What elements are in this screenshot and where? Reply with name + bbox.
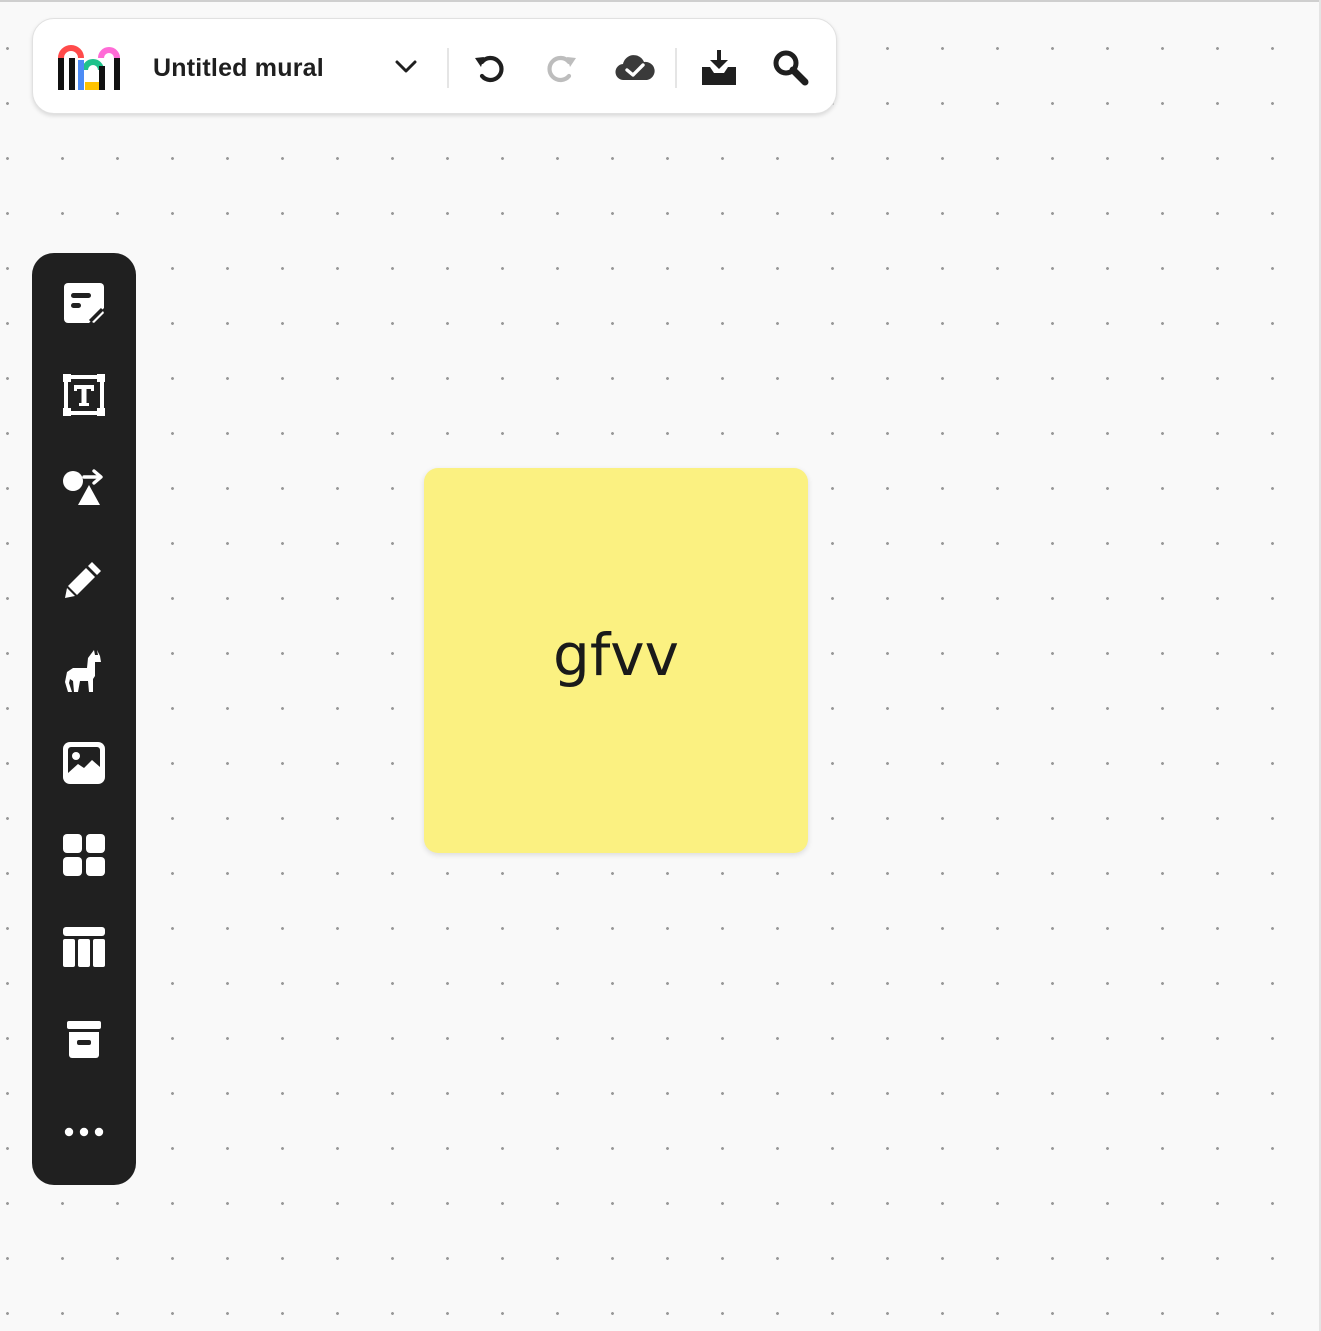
grid-icon	[63, 833, 105, 881]
tool-more[interactable]	[56, 1105, 112, 1161]
tool-text[interactable]	[56, 369, 112, 425]
tool-draw[interactable]	[56, 553, 112, 609]
cloud-saved-icon[interactable]	[611, 49, 659, 87]
redo-icon[interactable]	[541, 49, 581, 87]
export-download-icon[interactable]	[697, 47, 741, 89]
mural-header-bar: Untitled mural	[32, 18, 837, 114]
tool-table[interactable]	[56, 921, 112, 977]
header-divider	[675, 48, 677, 88]
sticky-note[interactable]: gfvv	[424, 468, 808, 853]
title-menu-chevron-down-icon[interactable]	[391, 52, 421, 82]
llama-icon	[64, 648, 104, 699]
tool-image[interactable]	[56, 737, 112, 793]
sticky-note-icon	[63, 282, 105, 329]
tool-sticky-note[interactable]	[56, 277, 112, 333]
mural-title[interactable]: Untitled mural	[153, 53, 324, 83]
image-icon	[63, 741, 105, 789]
tool-archive[interactable]	[56, 1013, 112, 1069]
tool-shapes-connectors[interactable]	[56, 461, 112, 517]
left-toolbar	[32, 253, 136, 1185]
table-icon	[63, 926, 105, 973]
mural-logo-icon[interactable]	[55, 40, 123, 97]
search-icon[interactable]	[769, 47, 813, 89]
sticky-note-text[interactable]: gfvv	[553, 621, 679, 689]
more-dots-icon	[64, 1124, 104, 1142]
header-divider	[447, 48, 449, 88]
tool-icons[interactable]	[56, 645, 112, 701]
window-top-edge	[0, 0, 1321, 2]
tool-templates[interactable]	[56, 829, 112, 885]
undo-icon[interactable]	[470, 49, 510, 87]
text-box-icon	[63, 373, 105, 421]
shapes-arrow-icon	[62, 467, 106, 512]
archive-icon	[64, 1019, 104, 1064]
pencil-icon	[64, 559, 104, 604]
